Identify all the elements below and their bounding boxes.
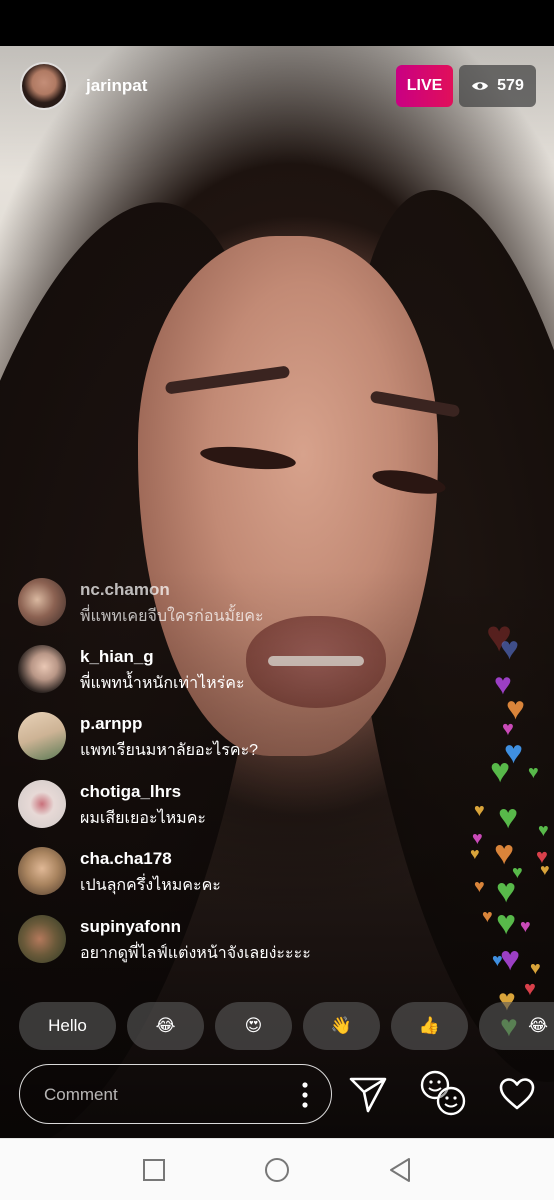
avatar[interactable] — [18, 578, 66, 626]
quick-reaction-thumbs-up[interactable]: 👍 — [391, 1002, 468, 1050]
comment-username[interactable]: chotiga_lhrs — [80, 782, 181, 802]
heart-icon[interactable] — [498, 1077, 536, 1111]
heart-icon: ♥ — [538, 820, 549, 840]
heart-icon: ♥ — [498, 798, 519, 836]
viewer-count-button[interactable]: 579 — [459, 65, 536, 107]
heart-icon: ♥ — [474, 800, 485, 820]
comment-item: nc.chamon พี่แพทเคยจีบใครก่อนมั้ยคะ — [18, 578, 438, 630]
triangle-back-icon[interactable] — [388, 1157, 412, 1183]
avatar[interactable] — [18, 915, 66, 963]
avatar[interactable] — [18, 712, 66, 760]
live-badge: LIVE — [396, 65, 453, 107]
quick-reaction-laugh[interactable]: 😂 — [127, 1002, 204, 1050]
comment-text: เปนลุกครึ่งไหมคะคะ — [80, 877, 221, 894]
comment-text: พี่แพทเคยจีบใครก่อนมั้ยคะ — [80, 608, 264, 625]
comment-item: chotiga_lhrs ผมเสียเยอะไหมคะ — [18, 780, 438, 832]
comment-input[interactable]: Comment — [19, 1064, 332, 1124]
avatar[interactable] — [18, 780, 66, 828]
heart-icon: ♥ — [474, 876, 485, 896]
paper-plane-icon[interactable] — [348, 1070, 388, 1114]
circle-icon[interactable] — [264, 1157, 290, 1183]
heart-icon: ♥ — [500, 630, 519, 666]
eye-icon — [472, 82, 489, 90]
host-username[interactable]: jarinpat — [86, 76, 147, 96]
comment-text: อยากดูพี่ไลฟ์แต่งหน้าจังเลยง่ะะะะ — [80, 945, 311, 962]
face-effects-icon[interactable] — [418, 1068, 468, 1118]
comment-username[interactable]: supinyafonn — [80, 917, 181, 937]
quick-reaction-hello[interactable]: Hello — [19, 1002, 116, 1050]
comment-item: supinyafonn อยากดูพี่ไลฟ์แต่งหน้าจังเลยง… — [18, 915, 438, 967]
comment-text: แพทเรียนมหาลัยอะไรคะ? — [80, 742, 259, 759]
quick-reaction-laugh-2[interactable]: 😂 — [479, 1002, 554, 1050]
comment-username[interactable]: nc.chamon — [80, 580, 170, 600]
heart-icon: ♥ — [470, 846, 480, 863]
heart-icon: ♥ — [500, 940, 521, 978]
heart-icon: ♥ — [530, 958, 541, 978]
comment-username[interactable]: p.arnpp — [80, 714, 142, 734]
heart-icon: ♥ — [496, 904, 517, 942]
comment-item: cha.cha178 เปนลุกครึ่งไหมคะคะ — [18, 847, 438, 899]
heart-icon: ♥ — [524, 978, 536, 1000]
heart-icon: ♥ — [528, 762, 539, 782]
avatar[interactable] — [18, 847, 66, 895]
comment-item: k_hian_g พี่แพทน้ำหนักเท่าไหร่คะ — [18, 645, 438, 697]
avatar[interactable] — [18, 645, 66, 693]
heart-icon: ♥ — [540, 862, 550, 879]
heart-icon: ♥ — [482, 906, 493, 926]
quick-reaction-heart-eyes[interactable]: 😍 — [215, 1002, 292, 1050]
heart-icon: ♥ — [490, 752, 511, 790]
comment-text: ผมเสียเยอะไหมคะ — [80, 810, 207, 827]
comment-username[interactable]: k_hian_g — [80, 647, 154, 667]
system-nav-bar — [0, 1138, 554, 1200]
viewer-count: 579 — [497, 77, 524, 94]
quick-reaction-wave[interactable]: 👋 — [303, 1002, 380, 1050]
heart-icon: ♥ — [520, 916, 531, 936]
more-vertical-icon[interactable] — [302, 1082, 308, 1108]
comment-username[interactable]: cha.cha178 — [80, 849, 172, 869]
host-avatar[interactable] — [20, 62, 68, 110]
comment-placeholder: Comment — [44, 1085, 118, 1104]
status-bar — [0, 0, 554, 46]
comment-item: p.arnpp แพทเรียนมหาลัยอะไรคะ? — [18, 712, 438, 764]
comment-text: พี่แพทน้ำหนักเท่าไหร่คะ — [80, 675, 245, 692]
square-icon[interactable] — [142, 1158, 166, 1182]
